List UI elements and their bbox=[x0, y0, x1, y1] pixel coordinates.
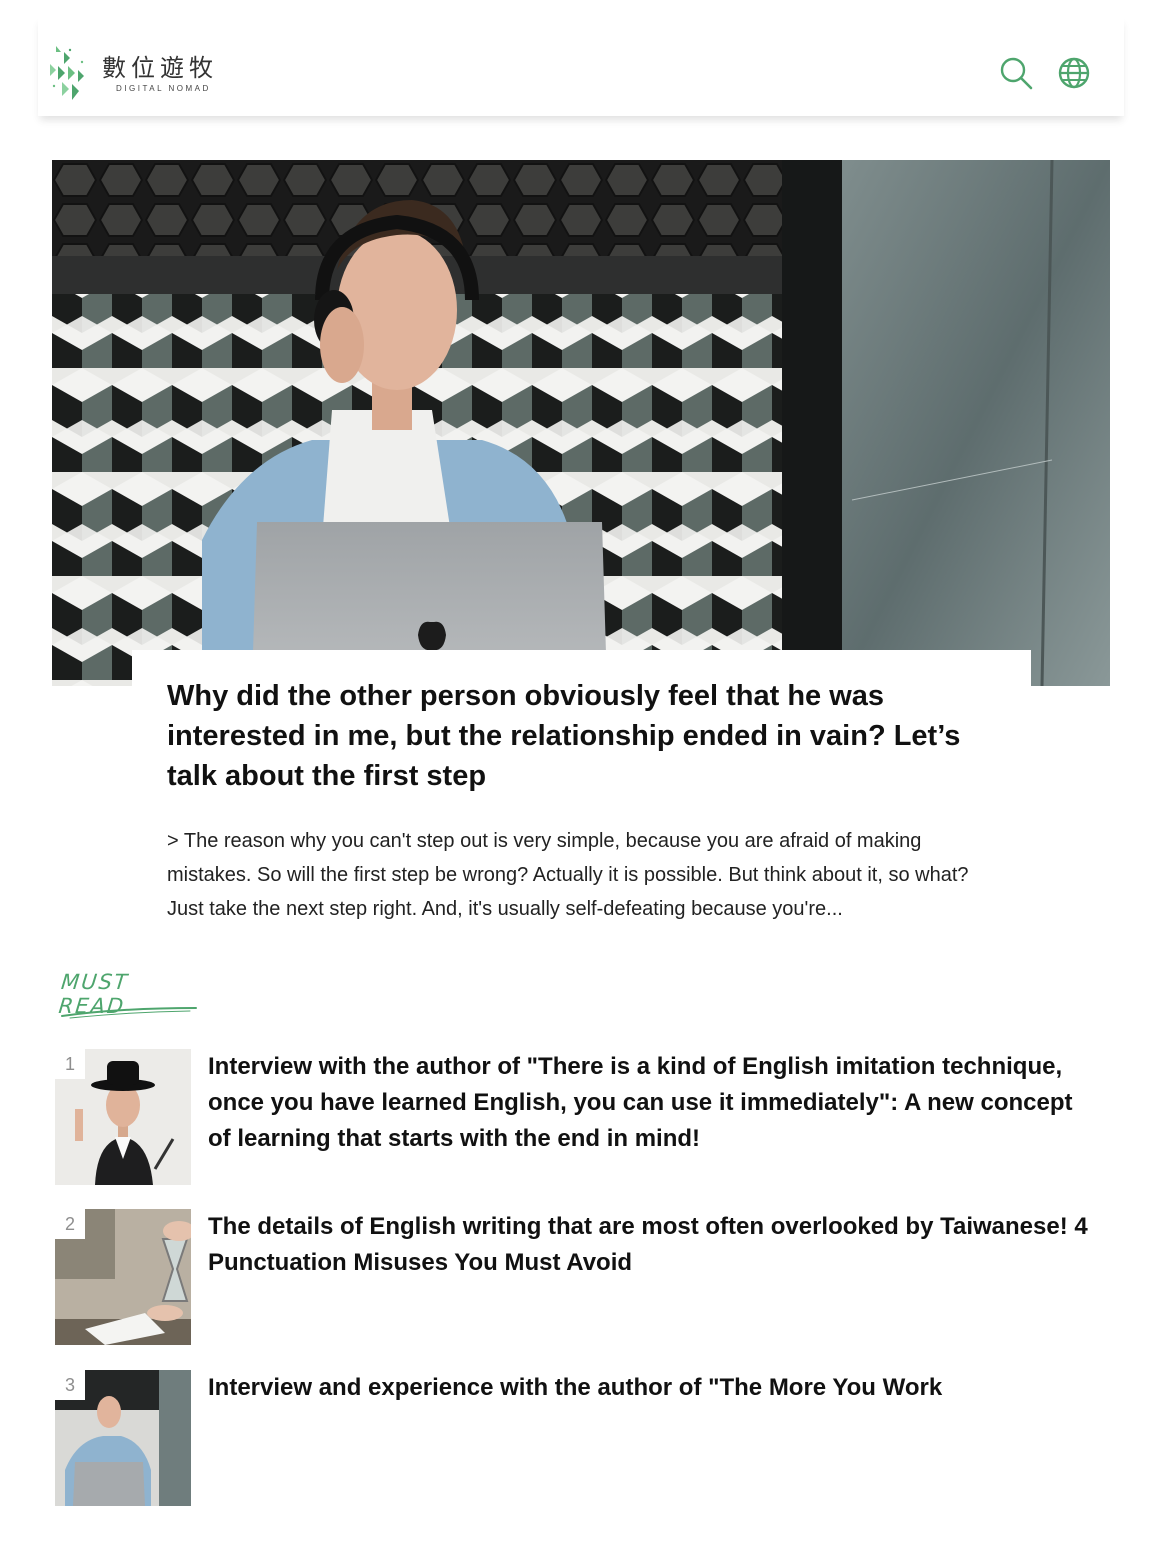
logo-mark-icon bbox=[50, 46, 84, 100]
rank-number: 1 bbox=[55, 1049, 85, 1079]
hero-image[interactable] bbox=[52, 160, 1110, 686]
underline-swoosh-icon bbox=[61, 1007, 197, 1019]
article-thumbnail[interactable]: 1 bbox=[55, 1049, 191, 1185]
rank-number: 2 bbox=[55, 1209, 85, 1239]
hero-excerpt: > The reason why you can't step out is v… bbox=[167, 830, 969, 920]
logo-chinese-text: 數位遊牧 bbox=[102, 53, 218, 82]
article-title[interactable]: Interview and experience with the author… bbox=[208, 1370, 1088, 1406]
list-item[interactable]: 3 Interview and experience with the auth… bbox=[55, 1370, 1115, 1506]
search-icon[interactable] bbox=[999, 56, 1033, 90]
logo-english-text: DIGITAL NOMAD bbox=[116, 83, 211, 93]
article-thumbnail[interactable]: 2 bbox=[55, 1209, 191, 1345]
site-header: 數位遊牧 DIGITAL NOMAD bbox=[38, 16, 1124, 116]
hero-title[interactable]: Why did the other person obviously feel … bbox=[167, 676, 997, 796]
must-read-heading: MUST READ bbox=[57, 970, 200, 1022]
list-item[interactable]: 2 The details of English writing that ar… bbox=[55, 1209, 1115, 1345]
site-logo[interactable]: 數位遊牧 DIGITAL NOMAD bbox=[48, 44, 228, 102]
article-title[interactable]: The details of English writing that are … bbox=[208, 1209, 1088, 1281]
article-thumbnail[interactable]: 3 bbox=[55, 1370, 191, 1506]
hero-photo-illustration bbox=[52, 160, 1110, 686]
article-title[interactable]: Interview with the author of "There is a… bbox=[208, 1049, 1088, 1157]
globe-icon[interactable] bbox=[1057, 56, 1091, 90]
list-item[interactable]: 1 Interview with the author of "There is… bbox=[55, 1049, 1115, 1185]
rank-number: 3 bbox=[55, 1370, 85, 1400]
